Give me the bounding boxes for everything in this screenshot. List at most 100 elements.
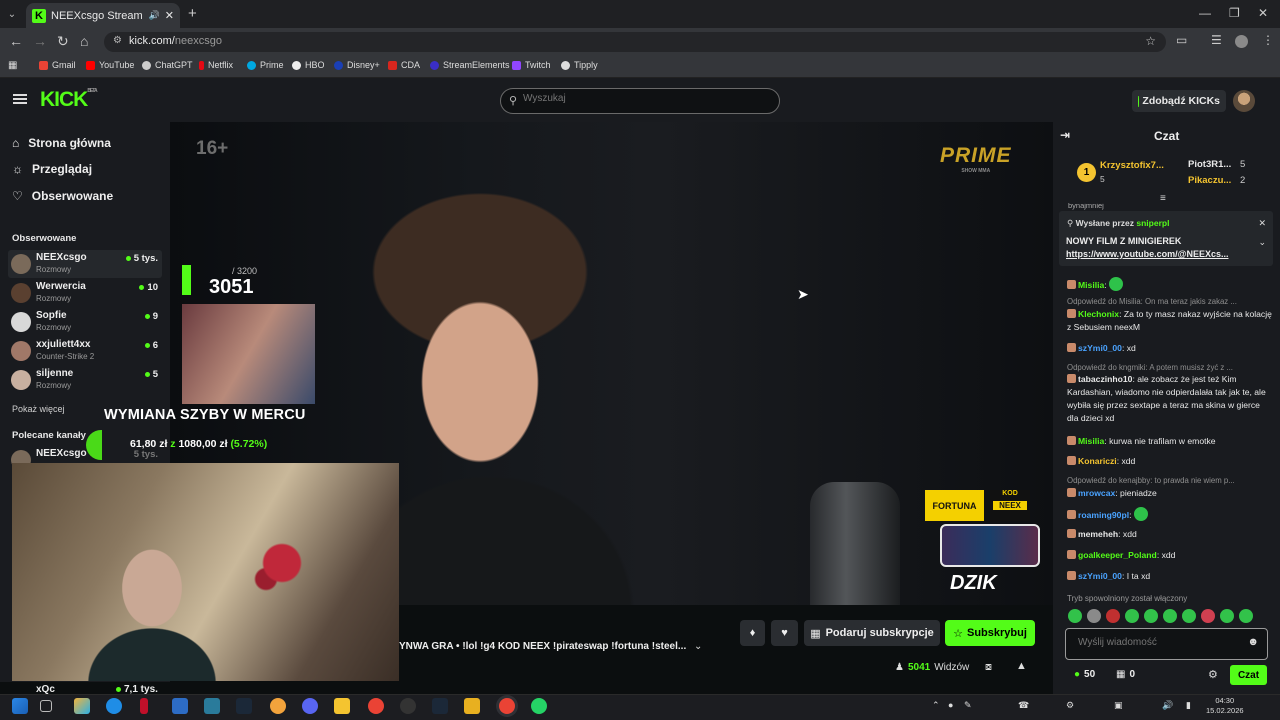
menu-hamburger-icon[interactable] bbox=[13, 94, 27, 96]
emote-icon[interactable] bbox=[1182, 609, 1196, 623]
chat-username[interactable]: roaming90pl bbox=[1078, 510, 1129, 520]
app-icon[interactable] bbox=[204, 698, 220, 714]
home-browser-icon[interactable]: ⌂ bbox=[80, 33, 88, 49]
emote-icon[interactable] bbox=[1239, 609, 1253, 623]
unpin-icon[interactable]: ✕ bbox=[1258, 218, 1266, 229]
emote-icon[interactable] bbox=[1144, 609, 1158, 623]
gift-subs-button[interactable]: ▦ Podaruj subskrypcje bbox=[804, 620, 940, 646]
chat-username[interactable]: tabaczinho10 bbox=[1078, 374, 1132, 384]
forward-icon[interactable]: → bbox=[33, 33, 47, 49]
network-icon[interactable]: ▣ bbox=[1114, 700, 1123, 711]
chat-username[interactable]: memeheh bbox=[1078, 529, 1118, 539]
search-box[interactable]: ⚲ bbox=[500, 88, 780, 114]
get-kicks-button[interactable]: Zdobądź KICKs bbox=[1132, 90, 1226, 112]
steam-icon[interactable] bbox=[236, 698, 252, 714]
system-clock[interactable]: 04:30 15.02.2026 bbox=[1206, 696, 1244, 716]
nav-following[interactable]: ♡ Obserwowane bbox=[12, 189, 113, 203]
steam2-icon[interactable] bbox=[432, 698, 448, 714]
steam-tray-icon[interactable]: ⚙ bbox=[1066, 700, 1074, 711]
volume-icon[interactable]: 🔊 bbox=[1162, 700, 1173, 711]
chrome-active-icon[interactable] bbox=[499, 698, 515, 714]
emote-icon[interactable] bbox=[1125, 609, 1139, 623]
tab-close-icon[interactable]: ✕ bbox=[165, 9, 174, 22]
leaderboard-user-2[interactable]: Piot3R1... bbox=[1188, 159, 1231, 170]
chrome-icon[interactable] bbox=[368, 698, 384, 714]
bookmark-twitch[interactable]: Twitch bbox=[512, 60, 551, 70]
follow-heart-button[interactable]: ♥ bbox=[771, 620, 798, 646]
profile-icon[interactable] bbox=[1235, 35, 1248, 48]
report-icon[interactable]: ▲ bbox=[1016, 660, 1027, 672]
bookmark-star-icon[interactable]: ☆ bbox=[1145, 34, 1156, 48]
nav-browse[interactable]: ☼ Przeglądaj bbox=[12, 162, 92, 176]
new-tab-icon[interactable]: + bbox=[188, 5, 197, 22]
subscribe-button[interactable]: ☆ Subskrybuj bbox=[945, 620, 1035, 646]
emote-icon[interactable] bbox=[1220, 609, 1234, 623]
chat-username[interactable]: Misilia bbox=[1078, 436, 1104, 446]
netflix-icon[interactable] bbox=[140, 698, 148, 714]
folder-icon[interactable] bbox=[334, 698, 350, 714]
chat-username[interactable]: Klechonix bbox=[1078, 309, 1119, 319]
pinned-message[interactable]: ⚲ Wysłane przez sniperpl ✕ ⌄ NOWY FILM Z… bbox=[1059, 211, 1273, 266]
browser-tab[interactable]: K NEEXcsgo Stream - Watch Live 🔊 ✕ bbox=[26, 3, 180, 28]
bookmark-chatgpt[interactable]: ChatGPT bbox=[142, 60, 193, 70]
chat-input[interactable] bbox=[1078, 637, 1238, 648]
minimize-icon[interactable]: — bbox=[1199, 6, 1211, 20]
pen-icon[interactable]: ✎ bbox=[964, 700, 972, 711]
search-input[interactable] bbox=[523, 93, 763, 104]
media-control-icon[interactable]: ☰ bbox=[1211, 33, 1222, 47]
chat-send-button[interactable]: Czat bbox=[1230, 665, 1267, 685]
bookmark-tipply[interactable]: Tipply bbox=[561, 60, 598, 70]
battery-icon[interactable]: ▮ bbox=[1186, 700, 1191, 711]
tray-chevron-icon[interactable]: ⌃ bbox=[932, 700, 940, 711]
bookmark-hbo[interactable]: HBO bbox=[292, 60, 325, 70]
chat-input-box[interactable]: ☻ bbox=[1065, 628, 1268, 660]
speaker-icon[interactable]: 🔊 bbox=[149, 10, 160, 21]
sidebar-channel-xxjuliett4xx[interactable]: xxjuliett4xx Counter-Strike 2 6 bbox=[8, 337, 162, 365]
gift-counter[interactable]: ▦ 0 bbox=[1116, 669, 1135, 680]
whatsapp-tray-icon[interactable]: ☎ bbox=[1018, 700, 1029, 711]
sidebar-channel-siljenne[interactable]: siljenne Rozmowy 5 bbox=[8, 366, 162, 394]
leaderboard-user-3[interactable]: Pikaczu... bbox=[1188, 175, 1231, 186]
emote-icon[interactable] bbox=[1068, 609, 1082, 623]
discord-icon[interactable] bbox=[302, 698, 318, 714]
tab-search-icon[interactable]: ⌄ bbox=[0, 4, 24, 24]
window-close-icon[interactable]: ✕ bbox=[1258, 6, 1268, 20]
site-settings-icon[interactable]: ⚙ bbox=[113, 35, 122, 46]
chevron-down-icon[interactable]: ⌄ bbox=[694, 641, 702, 652]
bookmark-youtube[interactable]: YouTube bbox=[86, 60, 134, 70]
chat-settings-icon[interactable]: ⚙ bbox=[1208, 668, 1218, 681]
chat-username[interactable]: szYmi0_00 bbox=[1078, 571, 1122, 581]
task-view-icon[interactable] bbox=[40, 700, 52, 712]
kick-logo[interactable]: KICKBETA bbox=[40, 88, 98, 112]
emoji-icon[interactable]: ☻ bbox=[1247, 636, 1259, 648]
chrome-canary-icon[interactable] bbox=[270, 698, 286, 714]
bookmark-streamelements[interactable]: StreamElements bbox=[430, 60, 510, 70]
back-icon[interactable]: ← bbox=[9, 33, 23, 49]
sidebar-channel-neexcsgo[interactable]: NEEXcsgo Rozmowy 5 tys. bbox=[8, 250, 162, 278]
emote-icon[interactable] bbox=[1087, 609, 1101, 623]
notification-bell-button[interactable]: ♦ bbox=[740, 620, 765, 646]
pinned-link[interactable]: https://www.youtube.com/@NEEXcs... bbox=[1066, 249, 1246, 259]
filter-icon[interactable]: ≡ bbox=[1160, 193, 1166, 204]
emote-icon[interactable] bbox=[1201, 609, 1215, 623]
bookmark-netflix[interactable]: Netflix bbox=[199, 60, 233, 70]
chat-username[interactable]: goalkeeper_Poland bbox=[1078, 550, 1157, 560]
user-avatar[interactable] bbox=[1233, 90, 1255, 112]
chat-username[interactable]: Misilia bbox=[1078, 280, 1104, 290]
show-more-link[interactable]: Pokaż więcej bbox=[12, 404, 65, 414]
sidebar-channel-werwercia[interactable]: Werwercia Rozmowy 10 bbox=[8, 279, 162, 307]
maximize-icon[interactable]: ❐ bbox=[1229, 6, 1240, 20]
chat-username[interactable]: mrowcax bbox=[1078, 488, 1115, 498]
emote-icon[interactable] bbox=[1106, 609, 1120, 623]
outlook-icon[interactable] bbox=[172, 698, 188, 714]
emote-icon[interactable] bbox=[1163, 609, 1177, 623]
app2-icon[interactable] bbox=[464, 698, 480, 714]
channel-points[interactable]: ● 50 bbox=[1074, 669, 1095, 680]
leaderboard-user-1[interactable]: Krzysztofix7... bbox=[1100, 160, 1164, 171]
chat-username[interactable]: szYmi0_00 bbox=[1078, 343, 1122, 353]
menu-dots-icon[interactable]: ⋮ bbox=[1262, 33, 1274, 47]
extensions-icon[interactable]: ▭ bbox=[1176, 33, 1187, 47]
mic-icon[interactable]: ● bbox=[948, 700, 953, 710]
start-icon[interactable] bbox=[12, 698, 28, 714]
collapse-chat-icon[interactable]: ⇥ bbox=[1060, 128, 1070, 142]
